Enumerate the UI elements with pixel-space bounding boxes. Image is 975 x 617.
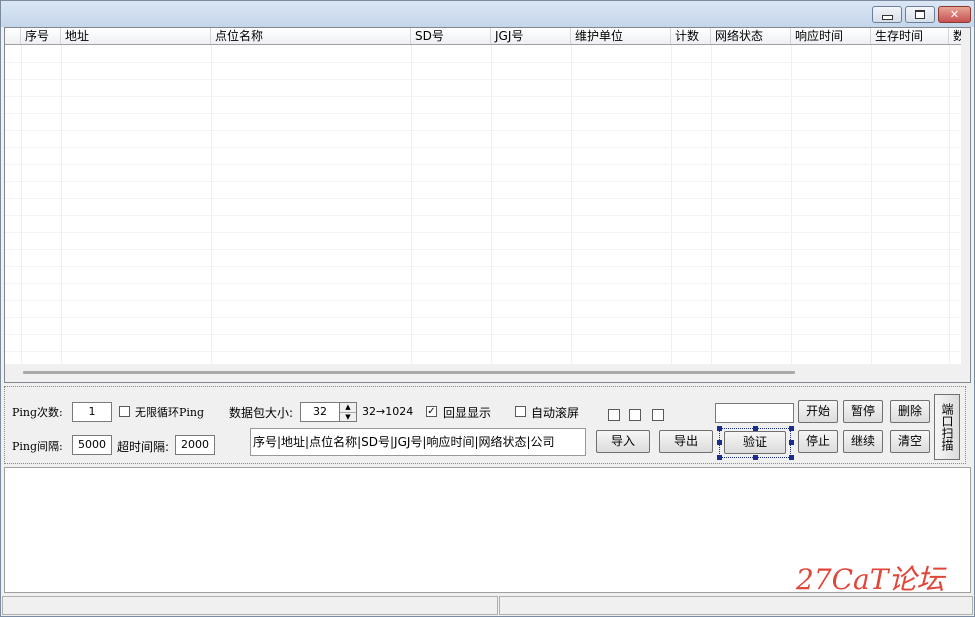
unlabeled-checkbox-1[interactable] [608, 409, 620, 421]
title-bar: ✕ [1, 1, 974, 27]
grid-line [5, 96, 960, 97]
grid-line [5, 232, 960, 233]
resize-handle[interactable] [717, 455, 722, 460]
ping-count-label: Ping次数: [12, 406, 63, 419]
column-header-point-name[interactable]: 点位名称 [211, 28, 411, 44]
grid-line [5, 317, 960, 318]
column-header-count[interactable]: 计数 [671, 28, 711, 44]
grid-line [5, 283, 960, 284]
column-header-index[interactable]: 序号 [21, 28, 61, 44]
start-button[interactable]: 开始 [798, 400, 838, 423]
grid-line [5, 113, 960, 114]
column-header-sd-number[interactable]: SD号 [411, 28, 491, 44]
unlabeled-checkbox-2[interactable] [629, 409, 641, 421]
packet-size-spinner[interactable]: ▲ ▼ [339, 402, 357, 422]
resize-handle[interactable] [717, 426, 722, 431]
infinite-loop-label: 无限循环Ping [135, 406, 205, 419]
column-header-address[interactable]: 地址 [61, 28, 211, 44]
grid-line [5, 198, 960, 199]
resize-handle[interactable] [753, 455, 758, 460]
column-header-jgj-number[interactable]: JGJ号 [491, 28, 571, 44]
spin-up-icon[interactable]: ▲ [340, 403, 356, 413]
grid-line [5, 300, 960, 301]
resize-handle[interactable] [789, 455, 794, 460]
ping-results-table[interactable]: 序号 地址 点位名称 SD号 JGJ号 维护单位 计数 网络状态 响应时间 生存… [4, 27, 971, 383]
header-spacer [5, 28, 21, 44]
grid-line [5, 249, 960, 250]
grid-line [5, 79, 960, 80]
timeout-input[interactable]: 2000 [175, 435, 215, 455]
maximize-icon [915, 10, 925, 19]
clear-button[interactable]: 清空 [890, 430, 930, 453]
ping-interval-label: Ping间隔: [12, 440, 63, 453]
close-button[interactable]: ✕ [938, 6, 971, 23]
horizontal-scrollbar-thumb[interactable] [23, 371, 795, 374]
grid-line [5, 215, 960, 216]
ping-count-input[interactable]: 1 [72, 402, 112, 422]
packet-size-range: 32→1024 [362, 405, 414, 418]
minimize-button[interactable] [872, 6, 902, 23]
status-pane-left [2, 596, 498, 615]
checkmark-icon: ✓ [427, 406, 436, 417]
echo-display-checkbox[interactable]: ✓ [426, 406, 437, 417]
status-pane-right [499, 596, 973, 615]
delete-button[interactable]: 删除 [890, 400, 930, 423]
grid-line [5, 181, 960, 182]
resize-handle[interactable] [789, 426, 794, 431]
grid-line [5, 62, 960, 63]
field-format-input[interactable]: 序号|地址|点位名称|SD号|JGJ号|响应时间|网络状态|公司 [250, 428, 586, 456]
column-header-maintenance-unit[interactable]: 维护单位 [571, 28, 671, 44]
column-header-response-time[interactable]: 响应时间 [791, 28, 871, 44]
resize-handle[interactable] [753, 426, 758, 431]
minimize-icon [881, 14, 893, 20]
column-header-ttl[interactable]: 生存时间 [871, 28, 949, 44]
auto-scroll-checkbox[interactable] [515, 406, 526, 417]
port-scan-button[interactable]: 端口扫描 [934, 394, 960, 460]
packet-size-label: 数据包大小: [229, 406, 294, 420]
status-bar [2, 596, 973, 615]
stop-button[interactable]: 停止 [798, 430, 838, 453]
table-header: 序号 地址 点位名称 SD号 JGJ号 维护单位 计数 网络状态 响应时间 生存… [5, 28, 970, 45]
pause-button[interactable]: 暂停 [843, 400, 883, 423]
grid-line [5, 130, 960, 131]
echo-display-label: 回显显示 [443, 406, 492, 420]
packet-size-input[interactable]: 32 [300, 402, 340, 422]
timeout-label: 超时间隔: [117, 440, 170, 454]
unlabeled-checkbox-3[interactable] [652, 409, 664, 421]
grid-line [5, 164, 960, 165]
grid-line [5, 147, 960, 148]
resume-button[interactable]: 继续 [843, 430, 883, 453]
grid-line [5, 351, 960, 352]
grid-line [5, 266, 960, 267]
grid-line [5, 334, 960, 335]
horizontal-scrollbar[interactable] [5, 364, 970, 382]
resize-handle[interactable] [717, 440, 722, 445]
spin-down-icon[interactable]: ▼ [340, 413, 356, 422]
import-button[interactable]: 导入 [596, 430, 650, 453]
ping-interval-input[interactable]: 5000 [72, 435, 112, 455]
infinite-loop-checkbox[interactable] [119, 406, 130, 417]
auto-scroll-label: 自动滚屏 [531, 406, 580, 420]
column-header-network-status[interactable]: 网络状态 [711, 28, 791, 44]
resize-handle[interactable] [789, 440, 794, 445]
search-input[interactable] [715, 403, 794, 423]
verify-button[interactable]: 验证 [724, 431, 786, 454]
maximize-button[interactable] [905, 6, 935, 23]
close-icon: ✕ [949, 8, 960, 21]
vertical-scrollbar[interactable] [961, 28, 970, 368]
export-button[interactable]: 导出 [659, 430, 713, 453]
forum-watermark: 27CaT论坛 [796, 563, 945, 596]
